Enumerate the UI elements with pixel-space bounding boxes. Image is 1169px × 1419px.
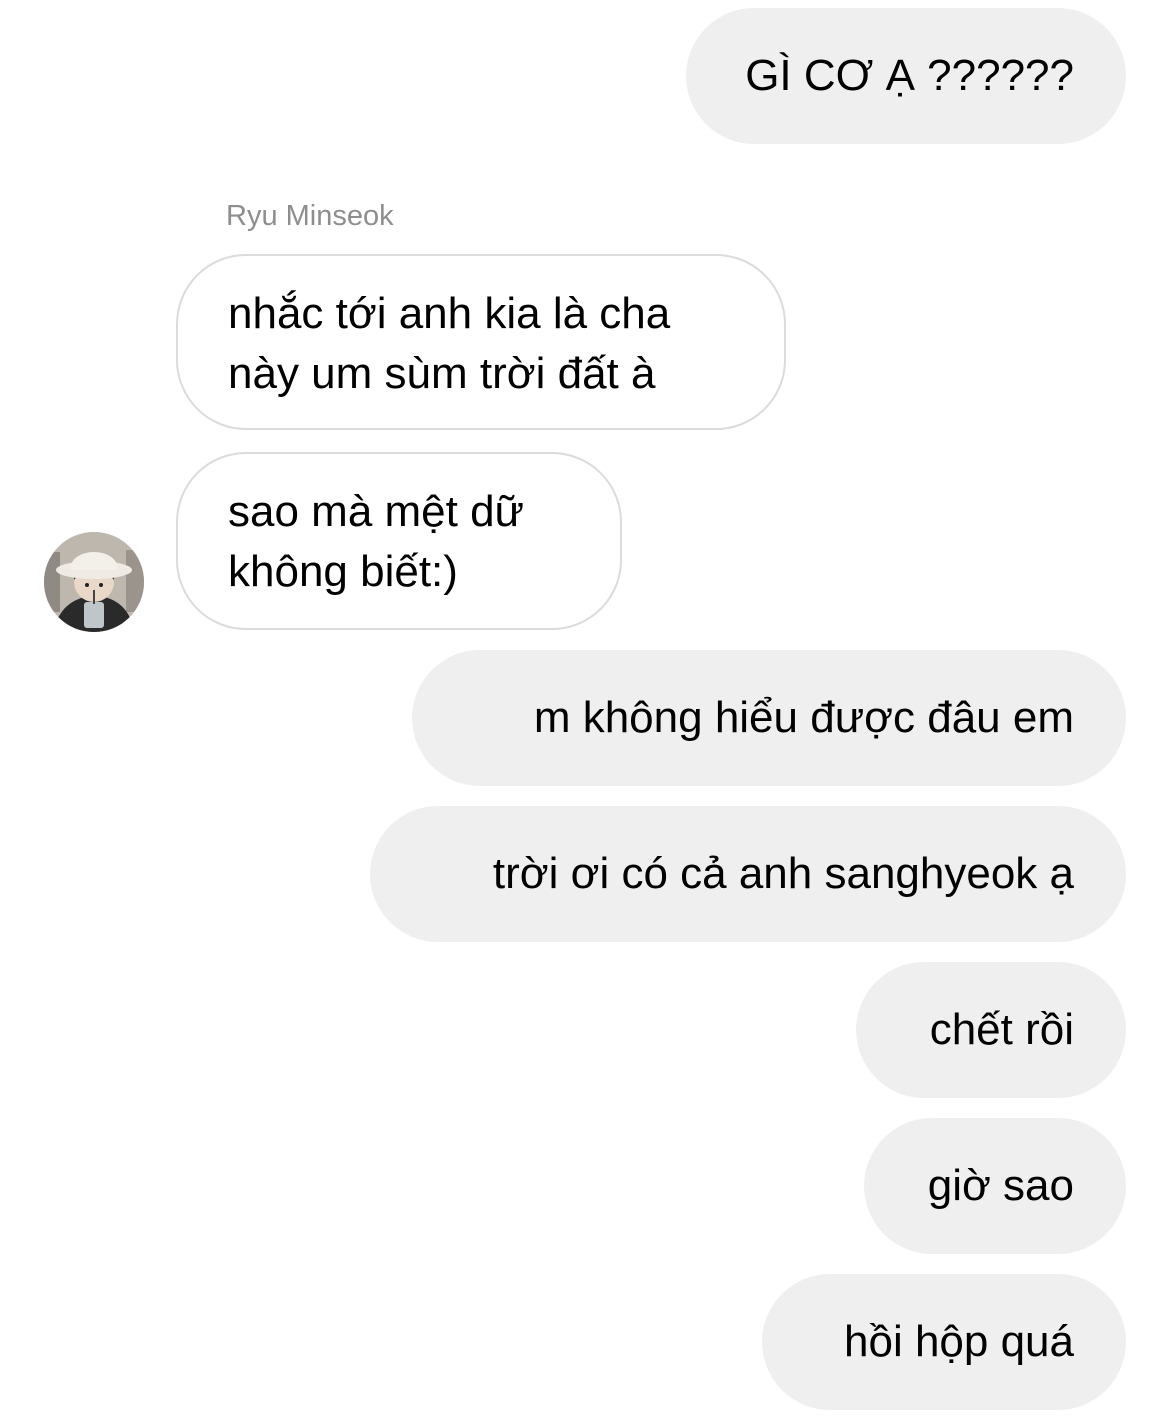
message-text: GÌ CƠ Ạ ?????? <box>745 51 1074 100</box>
message-text: trời ơi có cả anh sanghyeok ạ <box>492 849 1074 898</box>
message-text-line: không biết:) <box>228 547 458 596</box>
outgoing-message[interactable]: chết rồi <box>856 962 1126 1098</box>
message-text-line: nhắc tới anh kia là cha <box>228 289 671 338</box>
outgoing-message[interactable]: trời ơi có cả anh sanghyeok ạ <box>370 806 1126 942</box>
outgoing-message[interactable]: hồi hộp quá <box>762 1274 1126 1410</box>
message-text-line: sao mà mệt dữ <box>228 487 525 536</box>
message-text: chết rồi <box>929 1005 1074 1054</box>
outgoing-message[interactable]: giờ sao <box>864 1118 1126 1254</box>
message-text: giờ sao <box>927 1161 1074 1210</box>
message-text: m không hiểu được đâu em <box>533 693 1074 742</box>
outgoing-message[interactable]: m không hiểu được đâu em <box>412 650 1126 786</box>
sender-name: Ryu Minseok <box>226 200 394 232</box>
outgoing-message[interactable]: GÌ CƠ Ạ ?????? <box>686 8 1126 144</box>
user-avatar-photo[interactable] <box>44 532 144 632</box>
avatar-image <box>44 532 144 632</box>
incoming-message[interactable]: nhắc tới anh kia là cha này um sùm trời … <box>176 254 786 430</box>
message-text-line: này um sùm trời đất à <box>228 349 656 398</box>
message-text: hồi hộp quá <box>844 1317 1074 1366</box>
incoming-message[interactable]: sao mà mệt dữ không biết:) <box>176 452 622 630</box>
